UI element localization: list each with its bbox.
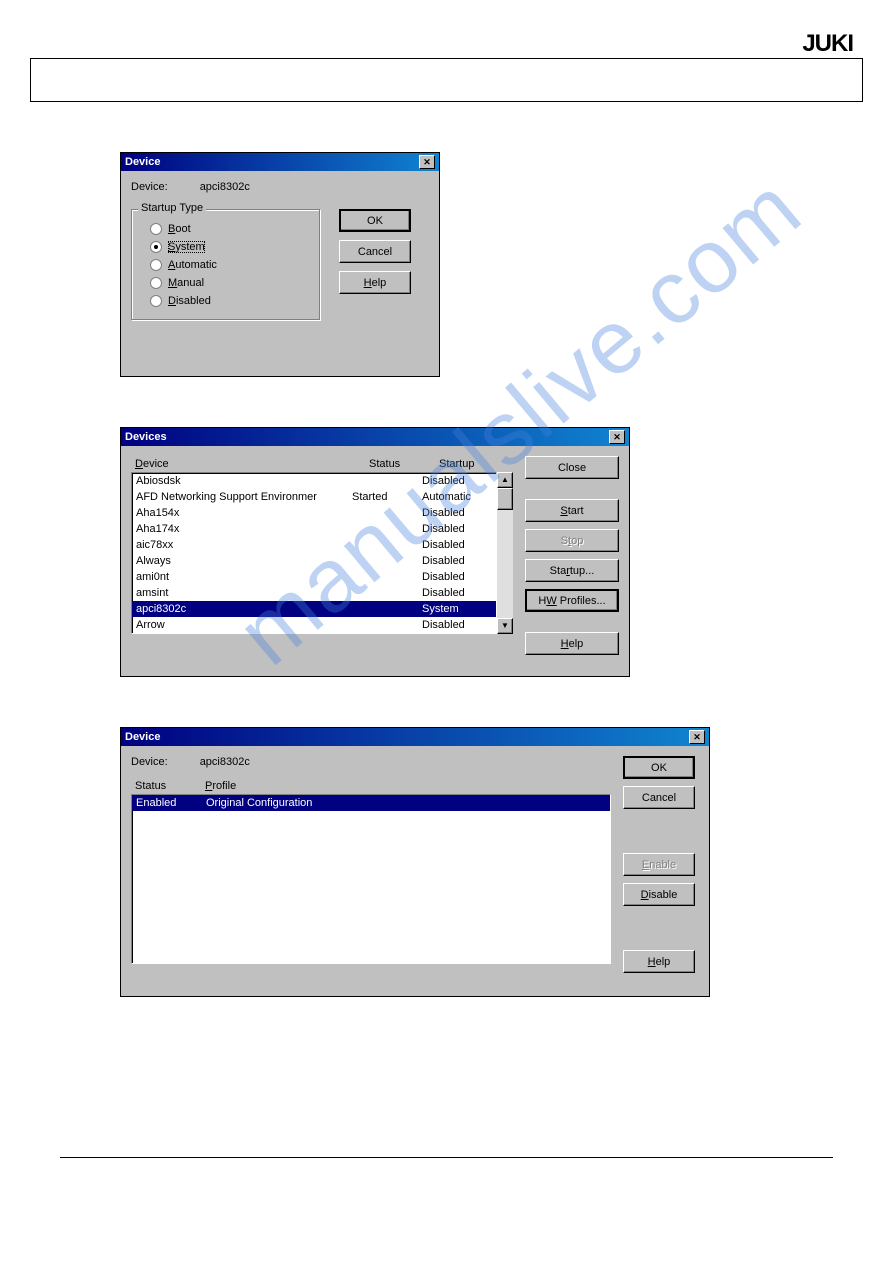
close-icon[interactable]: ✕ xyxy=(419,155,435,169)
list-item[interactable]: amsintDisabled xyxy=(132,585,496,601)
device-label: Device: xyxy=(131,756,168,768)
dialog-device-profile: Device ✕ Device: apci8302c Status Profil… xyxy=(120,727,710,997)
list-item[interactable]: ArrowDisabled xyxy=(132,617,496,633)
col-startup-header: Startup xyxy=(439,458,509,470)
help-button[interactable]: Help xyxy=(525,632,619,655)
radio-manual[interactable]: Manual xyxy=(142,274,310,292)
list-item[interactable]: AFD Networking Support EnvironmerStarted… xyxy=(132,489,496,505)
close-icon[interactable]: ✕ xyxy=(609,430,625,444)
start-button[interactable]: Start xyxy=(525,499,619,522)
startup-type-group: Startup Type Boot System Automatic xyxy=(131,209,321,321)
device-label: Device: xyxy=(131,181,168,193)
dialog-devices-list: Devices ✕ Device Status Startup Abiosdsk… xyxy=(120,427,630,677)
hwprofiles-button[interactable]: HW Profiles... xyxy=(525,589,619,612)
list-item[interactable]: Aha154xDisabled xyxy=(132,505,496,521)
cancel-button[interactable]: Cancel xyxy=(339,240,411,263)
brand-logo: JUKI xyxy=(802,30,853,58)
device-value: apci8302c xyxy=(200,756,250,768)
radio-boot[interactable]: Boot xyxy=(142,220,310,238)
radio-disabled[interactable]: Disabled xyxy=(142,292,310,310)
list-item[interactable]: AbiosdskDisabled xyxy=(132,473,496,489)
title-text: Devices xyxy=(125,431,167,443)
profile-listbox[interactable]: Enabled Original Configuration xyxy=(131,794,611,964)
dialog-device-startup: Device ✕ Device: apci8302c Startup Type … xyxy=(120,152,440,377)
scroll-thumb[interactable] xyxy=(497,488,513,510)
device-value: apci8302c xyxy=(200,181,250,193)
radio-system[interactable]: System xyxy=(142,238,310,256)
list-item[interactable]: ami0ntDisabled xyxy=(132,569,496,585)
footer-rule xyxy=(60,1157,833,1158)
list-item[interactable]: AlwaysDisabled xyxy=(132,553,496,569)
scroll-down-icon[interactable]: ▼ xyxy=(497,618,513,634)
titlebar: Devices ✕ xyxy=(121,428,629,446)
ok-button[interactable]: OK xyxy=(623,756,695,779)
list-item[interactable]: apci8302cSystem xyxy=(132,601,496,617)
stop-button: Stop xyxy=(525,529,619,552)
help-button[interactable]: Help xyxy=(623,950,695,973)
titlebar: Device ✕ xyxy=(121,153,439,171)
scroll-up-icon[interactable]: ▲ xyxy=(497,472,513,488)
startup-button[interactable]: Startup... xyxy=(525,559,619,582)
close-button[interactable]: Close xyxy=(525,456,619,479)
col-status-header: Status xyxy=(135,780,205,792)
ok-button[interactable]: OK xyxy=(339,209,411,232)
header-placeholder xyxy=(30,58,863,102)
group-label: Startup Type xyxy=(138,202,206,214)
help-button[interactable]: Help xyxy=(339,271,411,294)
list-item[interactable]: Enabled Original Configuration xyxy=(132,795,610,811)
titlebar: Device ✕ xyxy=(121,728,709,746)
col-profile-header: Profile xyxy=(205,780,236,792)
device-listbox[interactable]: AbiosdskDisabled AFD Networking Support … xyxy=(131,472,497,634)
disable-button[interactable]: Disable xyxy=(623,883,695,906)
cancel-button[interactable]: Cancel xyxy=(623,786,695,809)
list-item[interactable]: Aha174xDisabled xyxy=(132,521,496,537)
enable-button: Enable xyxy=(623,853,695,876)
title-text: Device xyxy=(125,731,160,743)
title-text: Device xyxy=(125,156,160,168)
close-icon[interactable]: ✕ xyxy=(689,730,705,744)
col-device-header: Device xyxy=(135,458,369,470)
col-status-header: Status xyxy=(369,458,439,470)
list-item[interactable]: aic78xxDisabled xyxy=(132,537,496,553)
radio-automatic[interactable]: Automatic xyxy=(142,256,310,274)
scrollbar[interactable]: ▲ ▼ xyxy=(497,472,513,634)
